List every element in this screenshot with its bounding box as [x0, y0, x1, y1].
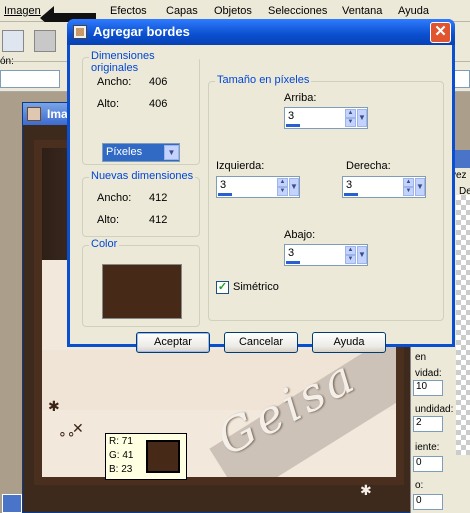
- original-height-value: 406: [149, 98, 168, 110]
- palette-label: iente:: [415, 442, 440, 453]
- left-progress: [218, 193, 232, 196]
- color-info-b: B: 23: [109, 464, 133, 475]
- color-info-g: G: 41: [109, 450, 134, 461]
- top-label: Arriba:: [284, 92, 317, 104]
- palette-label: vidad:: [415, 368, 442, 379]
- symmetric-checkbox[interactable]: ✓: [216, 281, 229, 294]
- add-borders-dialog: Agregar bordes ✕ Dimensiones originales …: [67, 19, 455, 353]
- sparkle-icon: ∘∘: [58, 425, 76, 441]
- bottom-spinner[interactable]: 3 ▲ ▼ ▼: [284, 244, 368, 266]
- menu-selecciones[interactable]: Selecciones: [268, 5, 327, 17]
- dialog-title: Agregar bordes: [93, 24, 190, 39]
- check-icon: ✓: [217, 281, 228, 293]
- menu-ayuda[interactable]: Ayuda: [398, 5, 429, 17]
- palette-value-field[interactable]: 10: [413, 380, 443, 396]
- border-color-swatch[interactable]: [102, 264, 182, 319]
- new-dimensions-group: Nuevas dimensiones Ancho: 412 Alto: 412: [82, 170, 200, 237]
- color-title: Color: [89, 238, 120, 250]
- arrow-down-icon[interactable]: ▼: [403, 187, 414, 196]
- print-icon[interactable]: [34, 30, 56, 52]
- units-select[interactable]: Píxeles ▼: [102, 143, 180, 162]
- image-icon: [27, 107, 41, 121]
- top-spinner[interactable]: 3 ▲ ▼ ▼: [284, 107, 368, 129]
- app-icon: [73, 25, 87, 39]
- up-down-arrows[interactable]: ▲ ▼: [277, 178, 288, 196]
- arrow-down-icon[interactable]: ▼: [345, 255, 356, 264]
- arrow-down-icon[interactable]: ▼: [277, 187, 288, 196]
- save-icon[interactable]: [2, 30, 24, 52]
- menu-capas[interactable]: Capas: [166, 5, 198, 17]
- new-width-value: 412: [149, 192, 168, 204]
- up-down-arrows[interactable]: ▲ ▼: [403, 178, 414, 196]
- sparkle-icon: ✱: [360, 482, 372, 498]
- right-spinner[interactable]: 3 ▲ ▼ ▼: [342, 176, 426, 198]
- arrow-up-icon[interactable]: ▲: [345, 109, 356, 118]
- original-height-label: Alto:: [97, 98, 120, 110]
- chevron-down-icon[interactable]: ▼: [164, 145, 179, 160]
- taskbar-window-tab[interactable]: [2, 494, 22, 513]
- right-label: Derecha:: [346, 160, 391, 172]
- left-value: 3: [220, 179, 227, 191]
- tool-option-label: ón:: [0, 56, 14, 67]
- top-progress: [286, 124, 300, 127]
- new-height-label: Alto:: [97, 214, 120, 226]
- palette-value-field[interactable]: 0: [413, 456, 443, 472]
- symmetric-label[interactable]: Simétrico: [233, 281, 279, 293]
- palette-label: o:: [415, 480, 424, 491]
- top-value: 3: [288, 110, 295, 122]
- transparency-preview: [456, 195, 470, 455]
- chevron-down-icon[interactable]: ▼: [357, 109, 367, 127]
- menu-efectos[interactable]: Efectos: [110, 5, 147, 17]
- chevron-down-icon[interactable]: ▼: [415, 178, 425, 196]
- right-progress: [344, 193, 358, 196]
- color-info-r: R: 71: [109, 436, 133, 447]
- arrow-up-icon[interactable]: ▲: [277, 178, 288, 187]
- chevron-down-icon[interactable]: ▼: [289, 178, 299, 196]
- bottom-label: Abajo:: [284, 229, 316, 241]
- ok-button[interactable]: Aceptar: [136, 332, 210, 353]
- close-icon: ✕: [434, 23, 447, 40]
- color-info-tooltip: R: 71 G: 41 B: 23: [105, 433, 187, 480]
- left-label: Izquierda:: [216, 160, 265, 172]
- palette-label: undidad:: [415, 404, 454, 415]
- arrow-up-icon[interactable]: ▲: [403, 178, 414, 187]
- palette-value-field[interactable]: 0: [413, 494, 443, 510]
- help-button[interactable]: Ayuda: [312, 332, 386, 353]
- chevron-down-icon[interactable]: ▼: [357, 246, 367, 264]
- new-height-value: 412: [149, 214, 168, 226]
- arrow-up-icon[interactable]: ▲: [345, 246, 356, 255]
- arrow-down-icon[interactable]: ▼: [345, 118, 356, 127]
- palette-label: en: [415, 352, 427, 363]
- new-dimensions-title: Nuevas dimensiones: [89, 170, 196, 182]
- original-dimensions-title: Dimensiones originales: [89, 50, 199, 74]
- original-width-value: 406: [149, 76, 168, 88]
- menu-objetos[interactable]: Objetos: [214, 5, 252, 17]
- dialog-titlebar[interactable]: Agregar bordes ✕: [67, 19, 455, 45]
- size-title: Tamaño en píxeles: [215, 74, 312, 86]
- palette-value-field[interactable]: 2: [413, 416, 443, 432]
- bottom-progress: [286, 261, 300, 264]
- sparkle-icon: ✱: [48, 398, 60, 414]
- dialog-body: Dimensiones originales Ancho: 406 Alto: …: [70, 45, 452, 353]
- units-select-value: Píxeles: [106, 146, 143, 158]
- bottom-value: 3: [288, 247, 295, 259]
- color-info-swatch: [146, 440, 180, 473]
- original-width-label: Ancho:: [97, 76, 132, 88]
- left-spinner[interactable]: 3 ▲ ▼ ▼: [216, 176, 300, 198]
- close-button[interactable]: ✕: [430, 22, 451, 43]
- tool-option-combo[interactable]: [0, 70, 60, 88]
- menu-imagen[interactable]: Imagen: [4, 5, 41, 17]
- menu-ventana[interactable]: Ventana: [342, 5, 382, 17]
- up-down-arrows[interactable]: ▲ ▼: [345, 246, 356, 264]
- right-value: 3: [346, 179, 353, 191]
- up-down-arrows[interactable]: ▲ ▼: [345, 109, 356, 127]
- new-width-label: Ancho:: [97, 192, 132, 204]
- cancel-button[interactable]: Cancelar: [224, 332, 298, 353]
